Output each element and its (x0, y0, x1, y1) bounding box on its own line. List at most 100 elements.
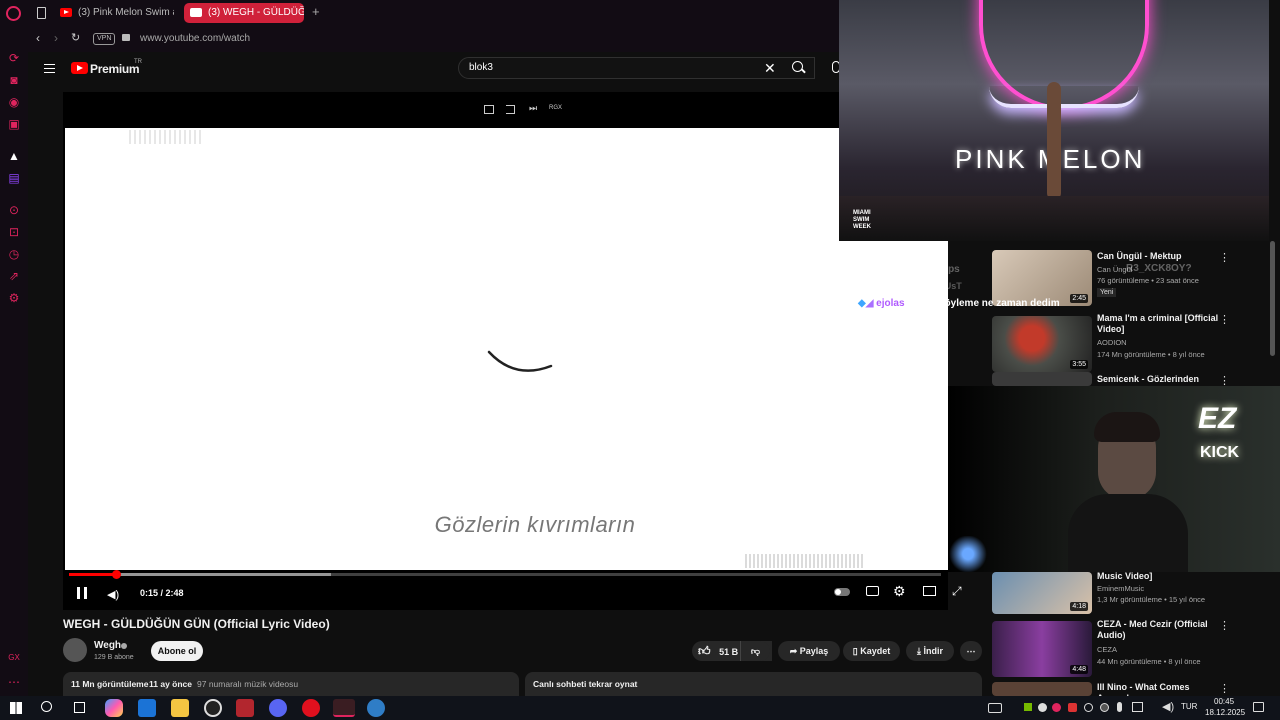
opera-icon[interactable] (302, 699, 320, 717)
tray-nvidia-icon[interactable] (1024, 703, 1032, 711)
language-indicator[interactable]: TUR (1181, 702, 1197, 711)
pip-runway-stream[interactable]: PINK MELON MIAMI SWIM WEEK (839, 0, 1269, 241)
rec-more-icon[interactable]: ⋮ (1219, 313, 1230, 326)
youtube-logo-text[interactable]: Premium (90, 62, 140, 76)
channel-avatar[interactable] (63, 638, 87, 662)
new-tab-icon[interactable]: + (312, 4, 320, 19)
gx-icon[interactable]: GX (6, 650, 22, 666)
rec-more-icon[interactable]: ⋮ (1219, 682, 1230, 695)
windows-start-icon[interactable] (10, 702, 22, 714)
file-explorer-icon[interactable] (171, 699, 189, 717)
autoplay-toggle[interactable] (834, 588, 850, 596)
rec-thumbnail[interactable]: 3:55 (992, 316, 1092, 372)
youtube-logo-icon[interactable] (71, 62, 88, 74)
voicemeeter-icon[interactable] (236, 699, 254, 717)
tray-app-icon[interactable] (1068, 703, 1077, 712)
twitch-icon[interactable]: ▤ (6, 170, 22, 186)
chrome-icon[interactable] (204, 699, 222, 717)
back-icon[interactable]: ‹ (36, 31, 40, 45)
share-button[interactable]: ➦ Paylaş (778, 641, 840, 661)
clock-time[interactable]: 00:45 (1214, 697, 1234, 706)
flows-icon[interactable]: ⇗ (6, 268, 22, 284)
tab-pink-melon[interactable]: (3) Pink Melon Swim at M (54, 3, 174, 23)
subtitles-icon[interactable] (866, 586, 879, 596)
bag-icon[interactable]: ◙ (6, 72, 22, 88)
rec-thumbnail[interactable]: 4:18 (992, 572, 1092, 614)
download-button[interactable]: ⤓ İndir (906, 641, 954, 661)
rec-thumbnail[interactable] (992, 372, 1092, 386)
url-field[interactable]: www.youtube.com/watch (140, 33, 250, 44)
page-scrollbar[interactable] (1270, 241, 1275, 356)
tray-app-icon[interactable] (1100, 703, 1109, 712)
notification-icon[interactable] (1253, 702, 1264, 712)
more-icon[interactable]: ⋯ (6, 674, 22, 690)
refresh-icon[interactable]: ⟳ (6, 50, 22, 66)
settings-icon[interactable]: ⚙ (6, 290, 22, 306)
history-icon[interactable]: ◷ (6, 246, 22, 262)
pause-icon[interactable] (77, 587, 87, 599)
model-figure (1047, 82, 1061, 200)
vpn-badge[interactable]: VPN (93, 33, 116, 45)
rec-title[interactable]: Mama I'm a criminal [Official Video] (1097, 313, 1222, 335)
fullscreen-icon[interactable]: ⤢ (952, 584, 962, 599)
forward-icon[interactable]: › (54, 31, 58, 45)
microphone-icon[interactable] (1117, 702, 1122, 712)
opera-gx-icon[interactable] (333, 699, 355, 717)
pin-icon[interactable]: ⊡ (6, 224, 22, 240)
keyboard-icon[interactable] (988, 703, 1002, 713)
cast-icon[interactable] (506, 105, 515, 114)
rec-title[interactable]: CEZA - Med Cezir (Official Audio) (1097, 619, 1222, 641)
instagram-icon[interactable]: ▣ (6, 116, 22, 132)
rec-channel[interactable]: AODION (1097, 337, 1127, 348)
search-icon[interactable] (41, 701, 52, 712)
messenger-icon[interactable]: ◉ (6, 94, 22, 110)
tray-app-icon[interactable] (1084, 703, 1093, 712)
channel-name[interactable]: Wegh (94, 640, 121, 651)
video-player[interactable]: ⏭ RGX Gözlerin kıvrımların ◀) 0:15 / 2:4… (63, 92, 962, 610)
tab-wegh[interactable]: (3) WEGH - GÜLDÜĞ (184, 3, 304, 23)
rec-more-icon[interactable]: ⋮ (1219, 251, 1230, 264)
clear-search-icon[interactable]: ✕ (764, 60, 776, 77)
theater-icon[interactable] (923, 586, 936, 596)
task-view-icon[interactable] (74, 702, 85, 713)
volume-icon[interactable]: ◀) (1162, 700, 1174, 713)
reload-icon[interactable]: ↻ (71, 31, 80, 44)
volume-icon[interactable]: ◀) (107, 588, 119, 601)
progress-track[interactable] (69, 570, 941, 579)
mail-icon[interactable] (138, 699, 156, 717)
rec-channel[interactable]: CEZA (1097, 644, 1117, 655)
tab-list-icon[interactable] (37, 7, 46, 19)
search-icon[interactable] (792, 61, 806, 74)
app-icon[interactable] (367, 699, 385, 717)
description-box[interactable]: 11 Mn görüntüleme 11 ay önce 97 numaralı… (63, 672, 519, 696)
tray-opera-icon[interactable] (1052, 703, 1061, 712)
network-icon[interactable] (1132, 702, 1143, 712)
rec-channel[interactable]: EminemMusic (1097, 583, 1144, 594)
player-icon[interactable]: ⊙ (6, 202, 22, 218)
settings-icon[interactable]: ⚙ (893, 583, 906, 600)
scrubber-handle[interactable] (111, 570, 121, 579)
rec-thumbnail[interactable]: 4:48 (992, 621, 1092, 677)
rec-title[interactable]: Music Video] (1097, 571, 1222, 582)
opera-logo-icon[interactable] (6, 6, 21, 21)
copilot-icon[interactable] (105, 699, 123, 717)
dislike-button[interactable]: 👎︎ (740, 641, 770, 661)
ai-icon[interactable]: ▲ (6, 148, 22, 164)
chat-replay-button[interactable]: Canlı sohbeti tekrar oynat (525, 672, 982, 696)
pip-webcam[interactable]: EZ KICK (948, 386, 1280, 572)
mini-label[interactable]: RGX (549, 105, 562, 111)
search-input[interactable]: blok3 (458, 57, 815, 79)
next-icon[interactable]: ⏭ (529, 103, 537, 114)
miniplayer-icon[interactable] (484, 105, 494, 114)
clock-date[interactable]: 18.12.2025 (1205, 708, 1245, 717)
rec-thumbnail[interactable] (992, 682, 1092, 696)
tray-discord-icon[interactable] (1038, 703, 1047, 712)
more-actions-button[interactable]: ⋯ (960, 641, 982, 661)
rec-title[interactable]: Semicenk - Gözlerinden (1097, 374, 1222, 385)
rec-more-icon[interactable]: ⋮ (1219, 619, 1230, 632)
subscribe-button[interactable]: Abone ol (151, 641, 203, 661)
menu-icon[interactable] (44, 64, 55, 73)
discord-icon[interactable] (269, 699, 287, 717)
rec-title[interactable]: Can Üngül - Mektup (1097, 251, 1222, 262)
save-button[interactable]: ▯ Kaydet (843, 641, 900, 661)
